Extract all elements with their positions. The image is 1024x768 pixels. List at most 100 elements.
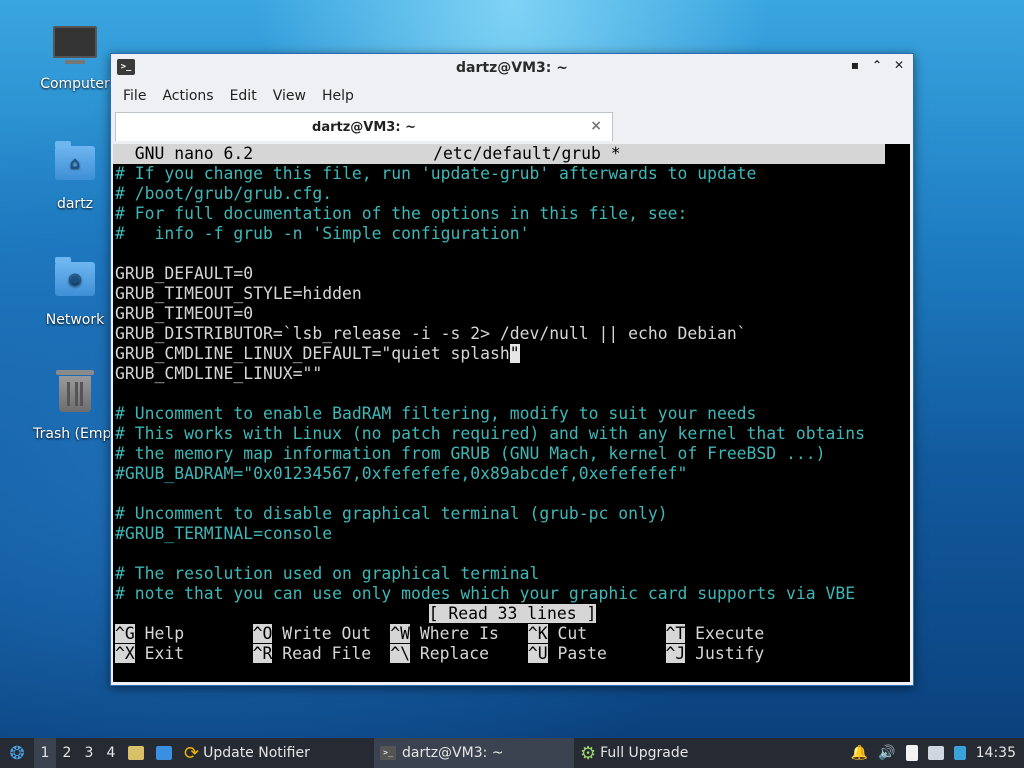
- shortcut-key: ^\: [390, 644, 410, 663]
- editor-line: # Uncomment to enable BadRAM filtering, …: [115, 404, 757, 423]
- shortcut-where-is: Where Is: [419, 624, 499, 643]
- shortcut-key: ^U: [527, 644, 548, 663]
- editor-line: GRUB_DISTRIBUTOR=`lsb_release -i -s 2> /…: [115, 324, 747, 343]
- menu-actions[interactable]: Actions: [154, 88, 221, 104]
- menu-help[interactable]: Help: [314, 88, 362, 104]
- shortcut-key: ^O: [252, 624, 273, 643]
- maximize-button[interactable]: ⌃: [869, 58, 885, 72]
- shortcut-exit: Exit: [144, 644, 185, 663]
- workspace-1[interactable]: 1: [34, 738, 56, 768]
- shortcut-execute: Execute: [695, 624, 765, 643]
- editor-line: # note that you can use only modes which…: [115, 584, 856, 603]
- taskbar-item-label: Full Upgrade: [600, 745, 689, 761]
- shortcut-help: Help: [144, 624, 185, 643]
- start-menu-button[interactable]: ❂: [0, 738, 34, 768]
- taskbar-item-label: dartz@VM3: ~: [402, 745, 504, 761]
- window-controls: ▪ ⌃ ✕: [847, 58, 907, 72]
- close-button[interactable]: ✕: [891, 58, 907, 72]
- minimize-button[interactable]: ▪: [847, 58, 863, 72]
- shortcut-key: ^T: [665, 624, 686, 643]
- update-notifier-icon: ⟳: [184, 742, 200, 764]
- menu-view[interactable]: View: [265, 88, 314, 104]
- editor-line: # Uncomment to disable graphical termina…: [115, 504, 668, 523]
- window-titlebar[interactable]: >_ dartz@VM3: ~ ▪ ⌃ ✕: [111, 54, 913, 82]
- editor-line: # the memory map information from GRUB (…: [115, 444, 826, 463]
- terminal-icon: >_: [380, 746, 396, 760]
- nano-version: GNU nano 6.2: [115, 144, 254, 163]
- taskbar-item-full-upgrade[interactable]: ⚙ Full Upgrade: [574, 738, 774, 768]
- desktop-icon: [156, 746, 172, 760]
- shortcut-row: ^X Exit ^R Read File ^\ Replace ^U Paste ^J …: [113, 644, 910, 664]
- nano-status-line: [ Read 33 lines ]: [113, 604, 910, 624]
- computer-icon: [53, 26, 97, 70]
- taskbar-item-terminal[interactable]: >_ dartz@VM3: ~: [374, 738, 574, 768]
- menu-bar: File Actions Edit View Help: [111, 82, 913, 110]
- start-menu-icon: ❂: [9, 742, 25, 764]
- workspace-2[interactable]: 2: [56, 738, 78, 768]
- status-message: [ Read 33 lines ]: [428, 604, 597, 623]
- shortcut-key: ^J: [665, 644, 686, 663]
- shortcut-write-out: Write Out: [282, 624, 372, 643]
- shortcut-cut: Cut: [557, 624, 588, 643]
- show-desktop-launcher[interactable]: [150, 738, 178, 768]
- volume-icon[interactable]: 🔊: [878, 745, 895, 761]
- taskbar-item-update-notifier[interactable]: ⟳ Update Notifier: [178, 738, 374, 768]
- clock[interactable]: 14:35: [976, 745, 1016, 761]
- shortcut-replace: Replace: [419, 644, 489, 663]
- tab-terminal[interactable]: dartz@VM3: ~ ×: [115, 112, 613, 141]
- text-cursor: ": [509, 344, 520, 363]
- shortcut-paste: Paste: [557, 644, 607, 663]
- editor-line: #GRUB_BADRAM="0x01234567,0xfefefefe,0x89…: [115, 464, 688, 483]
- terminal-window: >_ dartz@VM3: ~ ▪ ⌃ ✕ File Actions Edit …: [110, 53, 914, 686]
- tab-label: dartz@VM3: ~: [312, 119, 416, 135]
- editor-line: # This works with Linux (no patch requir…: [115, 424, 865, 443]
- network-icon[interactable]: [927, 746, 944, 760]
- taskbar: ❂ 1 2 3 4 ⟳ Update Notifier >_ dartz@VM3…: [0, 738, 1024, 768]
- shortcut-row: ^G Help ^O Write Out ^W Where Is ^K Cut ^T E…: [113, 624, 910, 644]
- notifications-icon[interactable]: 🔔: [851, 745, 868, 761]
- nano-filename: /etc/default/grub *: [433, 144, 621, 163]
- shortcut-key: ^W: [390, 624, 410, 643]
- workspace-3[interactable]: 3: [78, 738, 100, 768]
- gear-icon: ⚙: [580, 742, 597, 764]
- shortcut-key: ^X: [115, 644, 135, 663]
- update-tray-icon[interactable]: [953, 746, 966, 760]
- editor-line: GRUB_DEFAULT=0: [115, 264, 254, 283]
- file-manager-launcher[interactable]: [122, 738, 150, 768]
- tab-bar: dartz@VM3: ~ ×: [111, 110, 913, 142]
- menu-file[interactable]: File: [115, 88, 154, 104]
- file-manager-icon: [128, 746, 144, 760]
- editor-line: GRUB_TIMEOUT=0: [115, 304, 254, 323]
- shortcut-justify: Justify: [695, 644, 765, 663]
- editor-line: #GRUB_TERMINAL=console: [115, 524, 333, 543]
- editor-line: # The resolution used on graphical termi…: [115, 564, 540, 583]
- trash-icon: [53, 370, 97, 420]
- terminal-icon: >_: [117, 59, 135, 75]
- shortcut-key: ^G: [115, 624, 135, 643]
- clipboard-icon[interactable]: [905, 745, 918, 761]
- menu-edit[interactable]: Edit: [222, 88, 265, 104]
- shortcut-key: ^R: [252, 644, 273, 663]
- editor-line: # info -f grub -n 'Simple configuration': [115, 224, 530, 243]
- tab-close-icon[interactable]: ×: [590, 118, 602, 134]
- workspace-4[interactable]: 4: [100, 738, 122, 768]
- nano-header: GNU nano 6.2/etc/default/grub *: [113, 144, 885, 164]
- terminal-content[interactable]: GNU nano 6.2/etc/default/grub * # If you…: [113, 144, 910, 682]
- editor-line: # For full documentation of the options …: [115, 204, 688, 223]
- window-title: dartz@VM3: ~: [456, 60, 568, 76]
- editor-line: # /boot/grub/grub.cfg.: [115, 184, 333, 203]
- editor-line-with-cursor: GRUB_CMDLINE_LINUX_DEFAULT="quiet splash…: [113, 344, 910, 364]
- editor-line: GRUB_CMDLINE_LINUX="": [115, 364, 323, 383]
- taskbar-item-label: Update Notifier: [203, 745, 310, 761]
- editor-line: GRUB_TIMEOUT_STYLE=hidden: [115, 284, 362, 303]
- network-folder-icon: ◉: [53, 257, 97, 306]
- home-folder-icon: ⌂: [53, 141, 97, 190]
- editor-line: # If you change this file, run 'update-g…: [115, 164, 757, 183]
- shortcut-key: ^K: [527, 624, 548, 643]
- system-tray: 🔔 🔊 14:35: [851, 738, 1024, 768]
- shortcut-read-file: Read File: [282, 644, 372, 663]
